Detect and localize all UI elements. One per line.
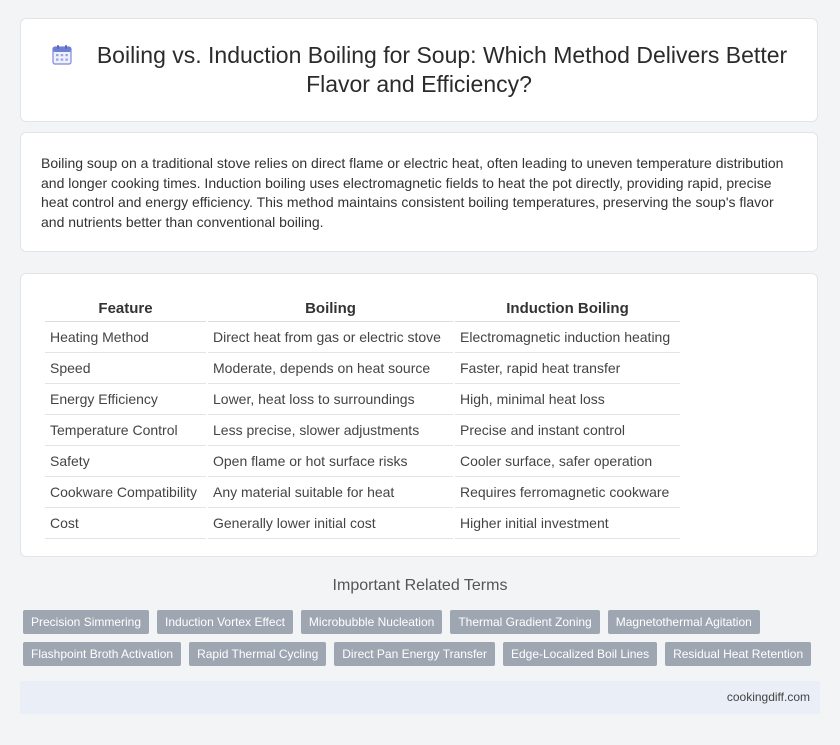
table-cell: Moderate, depends on heat source <box>208 353 453 384</box>
table-cell: Faster, rapid heat transfer <box>455 353 680 384</box>
table-cell: Requires ferromagnetic cookware <box>455 477 680 508</box>
table-cell: High, minimal heat loss <box>455 384 680 415</box>
page-title-wrap: Boiling vs. Induction Boiling for Soup: … <box>49 41 789 99</box>
related-term-tag[interactable]: Edge-Localized Boil Lines <box>502 642 658 666</box>
table-cell: Less precise, slower adjustments <box>208 415 453 446</box>
column-header-boiling: Boiling <box>208 294 453 322</box>
table-row: Temperature Control Less precise, slower… <box>45 415 680 446</box>
table-row: Cost Generally lower initial cost Higher… <box>45 508 680 539</box>
table-row: Heating Method Direct heat from gas or e… <box>45 322 680 353</box>
table-cell: Cooler surface, safer operation <box>455 446 680 477</box>
title-card: Boiling vs. Induction Boiling for Soup: … <box>20 18 818 122</box>
table-cell: Energy Efficiency <box>45 384 206 415</box>
intro-paragraph: Boiling soup on a traditional stove reli… <box>41 155 784 230</box>
table-row: Energy Efficiency Lower, heat loss to su… <box>45 384 680 415</box>
table-cell: Speed <box>45 353 206 384</box>
table-cell: Safety <box>45 446 206 477</box>
related-term-tag[interactable]: Rapid Thermal Cycling <box>189 642 327 666</box>
related-term-tag[interactable]: Direct Pan Energy Transfer <box>334 642 495 666</box>
column-header-induction: Induction Boiling <box>455 294 680 322</box>
table-cell: Direct heat from gas or electric stove <box>208 322 453 353</box>
intro-card: Boiling soup on a traditional stove reli… <box>20 132 818 252</box>
related-term-tag[interactable]: Microbubble Nucleation <box>300 610 443 634</box>
related-term-tag[interactable]: Magnetothermal Agitation <box>607 610 760 634</box>
table-cell: Lower, heat loss to surroundings <box>208 384 453 415</box>
table-cell: Cookware Compatibility <box>45 477 206 508</box>
calendar-icon <box>52 45 72 65</box>
table-cell: Any material suitable for heat <box>208 477 453 508</box>
table-cell: Temperature Control <box>45 415 206 446</box>
table-header-row: Feature Boiling Induction Boiling <box>45 294 680 322</box>
related-term-tag[interactable]: Precision Simmering <box>23 610 150 634</box>
related-terms-tags: Precision Simmering Induction Vortex Eff… <box>23 610 813 666</box>
table-cell: Open flame or hot surface risks <box>208 446 453 477</box>
footer-site-name[interactable]: cookingdiff.com <box>727 690 810 704</box>
comparison-table-card: Feature Boiling Induction Boiling Heatin… <box>20 273 818 557</box>
table-cell: Cost <box>45 508 206 539</box>
table-cell: Generally lower initial cost <box>208 508 453 539</box>
related-term-tag[interactable]: Residual Heat Retention <box>665 642 812 666</box>
table-cell: Higher initial investment <box>455 508 680 539</box>
table-cell: Precise and instant control <box>455 415 680 446</box>
page-title: Boiling vs. Induction Boiling for Soup: … <box>96 42 788 97</box>
table-cell: Electromagnetic induction heating <box>455 322 680 353</box>
table-row: Speed Moderate, depends on heat source F… <box>45 353 680 384</box>
related-term-tag[interactable]: Flashpoint Broth Activation <box>23 642 182 666</box>
footer-bar: cookingdiff.com <box>20 681 820 714</box>
column-header-feature: Feature <box>45 294 206 322</box>
table-row: Safety Open flame or hot surface risks C… <box>45 446 680 477</box>
related-term-tag[interactable]: Induction Vortex Effect <box>157 610 293 634</box>
related-term-tag[interactable]: Thermal Gradient Zoning <box>450 610 600 634</box>
related-terms-heading: Important Related Terms <box>332 577 508 594</box>
table-cell: Heating Method <box>45 322 206 353</box>
comparison-table: Feature Boiling Induction Boiling Heatin… <box>43 294 682 539</box>
table-row: Cookware Compatibility Any material suit… <box>45 477 680 508</box>
